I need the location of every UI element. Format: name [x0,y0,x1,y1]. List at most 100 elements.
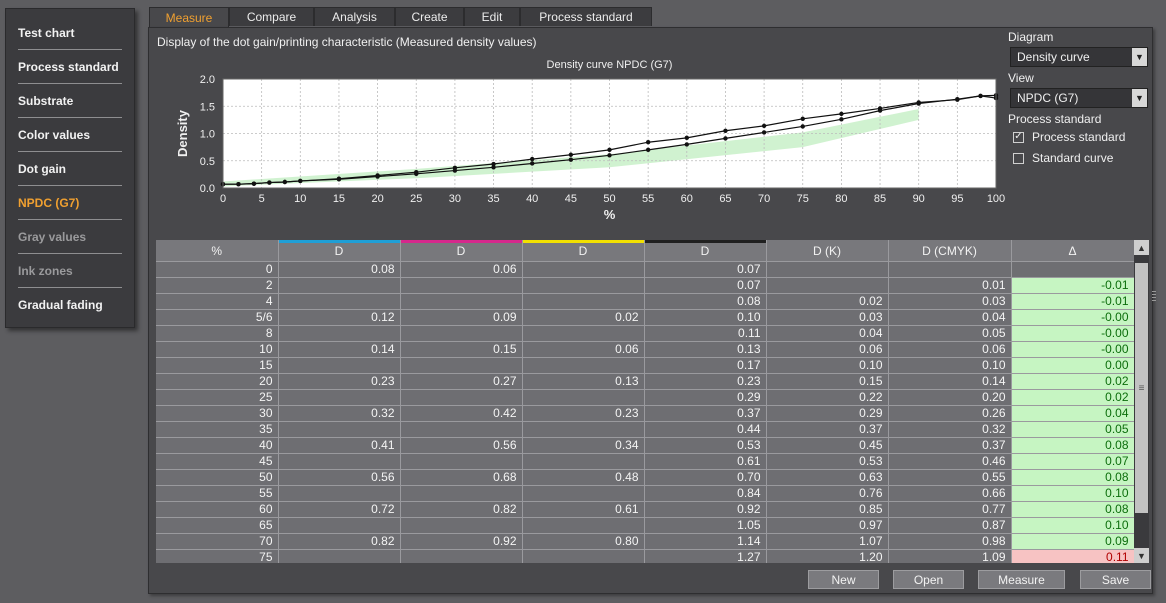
column-header-dcmyk[interactable]: D (CMYK) [888,240,1012,262]
table-cell: 0.61 [644,453,767,470]
table-cell: 0.06 [400,261,523,278]
new-button[interactable]: New [808,570,879,589]
table-row[interactable]: 70 0.82 0.92 0.80 1.14 1.07 0.98 0.09 [156,533,1134,550]
table-cell: 0.09 [400,309,523,326]
table-row[interactable]: 20 0.23 0.27 0.13 0.23 0.15 0.14 0.02 [156,373,1134,390]
tab-create[interactable]: Create [395,7,464,26]
table-cell: 0.29 [766,405,889,422]
column-header-black[interactable]: D [644,240,767,262]
table-row[interactable]: 45 0.61 0.53 0.46 0.07 [156,453,1134,470]
table-cell: 0.10 [766,357,889,374]
measure-button[interactable]: Measure [978,570,1065,589]
cell-delta: 0.08 [1011,437,1134,454]
table-cell [278,421,401,438]
sidebar-item-gradual-fading[interactable]: Gradual fading [18,288,122,321]
sidebar-item-substrate[interactable]: Substrate [18,84,122,118]
table-cell: 1.14 [644,533,767,550]
table-cell: 0.34 [522,437,645,454]
table-row[interactable]: 30 0.32 0.42 0.23 0.37 0.29 0.26 0.04 [156,405,1134,422]
table-row[interactable]: 40 0.41 0.56 0.34 0.53 0.45 0.37 0.08 [156,437,1134,454]
view-select[interactable]: NPDC (G7) ▼ [1010,88,1148,108]
sidebar-item-gray-values[interactable]: Gray values [18,220,122,254]
table-row[interactable]: 65 1.05 0.97 0.87 0.10 [156,517,1134,534]
table-cell: 0.85 [766,501,889,518]
sidebar-item-process-standard[interactable]: Process standard [18,50,122,84]
vertical-scrollbar[interactable]: ▲ ≡ ▼ [1134,240,1149,563]
sidebar-item-test-chart[interactable]: Test chart [18,16,122,50]
tab-compare[interactable]: Compare [229,7,314,26]
chart-svg: 0 5 10 15 20 25 30 35 40 45 50 55 60 65 70 75 80 85 90 95 10… [175,59,1005,222]
x-tick-label: 95 [951,193,963,205]
column-header-dk[interactable]: D (K) [766,240,889,262]
table-cell: 0.06 [766,341,889,358]
table-row[interactable]: 50 0.56 0.68 0.48 0.70 0.63 0.55 0.08 [156,469,1134,486]
table-row[interactable]: 75 1.27 1.20 1.09 0.11 [156,549,1134,563]
table-cell: 0.02 [522,309,645,326]
open-button[interactable]: Open [893,570,964,589]
table-cell: 0.27 [400,373,523,390]
column-header-magenta[interactable]: D [400,240,523,262]
table-cell [278,277,401,294]
cell-percent: 60 [156,501,279,518]
data-point [877,108,883,113]
sidebar-item-dot-gain[interactable]: Dot gain [18,152,122,186]
table-cell: 0.72 [278,501,401,518]
scroll-up-icon[interactable]: ▲ [1134,240,1149,255]
table-row[interactable]: 15 0.17 0.10 0.10 0.00 [156,357,1134,374]
data-point [761,123,767,129]
table-row[interactable]: 8 0.11 0.04 0.05 -0.00 [156,325,1134,342]
table-row[interactable]: 10 0.14 0.15 0.06 0.13 0.06 0.06 -0.00 [156,341,1134,358]
sidebar-item-npdc[interactable]: NPDC (G7) [18,186,122,220]
sidebar-item-color-values[interactable]: Color values [18,118,122,152]
cell-delta [1011,261,1134,278]
tab-analysis[interactable]: Analysis [314,7,395,26]
sidebar-item-ink-zones[interactable]: Ink zones [18,254,122,288]
table-cell: 0.87 [888,517,1012,534]
process-standard-checkbox[interactable]: ✓ Process standard [1013,129,1125,145]
table-cell: 0.63 [766,469,889,486]
table-cell: 0.03 [888,293,1012,310]
table-cell [400,421,523,438]
table-cell [522,293,645,310]
tab-measure[interactable]: Measure [149,7,229,27]
cell-delta: 0.08 [1011,501,1134,518]
table-cell: 0.17 [644,357,767,374]
cell-delta: 0.10 [1011,485,1134,502]
cell-percent: 50 [156,469,279,486]
table-row[interactable]: 55 0.84 0.76 0.66 0.10 [156,485,1134,502]
data-point [282,179,288,185]
column-header-yellow[interactable]: D [522,240,645,262]
table-cell: 0.32 [888,421,1012,438]
chevron-down-icon: ▼ [1132,89,1147,107]
cell-delta: 0.02 [1011,389,1134,406]
resize-grip-icon[interactable] [1151,285,1157,315]
table-row[interactable]: 25 0.29 0.22 0.20 0.02 [156,389,1134,406]
table-body: 0 0.08 0.06 0.07 2 0.07 0.01 -0.01 4 0.08 0.02 0.03… [156,261,1134,563]
column-header-delta[interactable]: Δ [1011,240,1134,262]
y-tick-label: 1.0 [200,129,215,141]
table-row[interactable]: 4 0.08 0.02 0.03 -0.01 [156,293,1134,310]
table-row[interactable]: 60 0.72 0.82 0.61 0.92 0.85 0.77 0.08 [156,501,1134,518]
cell-percent: 55 [156,485,279,502]
cell-delta: -0.00 [1011,325,1134,342]
tab-process-standard[interactable]: Process standard [520,7,652,26]
table-row[interactable]: 0 0.08 0.06 0.07 [156,261,1134,278]
cell-delta: 0.04 [1011,405,1134,422]
standard-curve-checkbox[interactable]: Standard curve [1013,150,1113,166]
diagram-select[interactable]: Density curve ▼ [1010,47,1148,67]
save-button[interactable]: Save [1080,570,1151,589]
scroll-thumb[interactable]: ≡ [1135,263,1148,513]
table-cell: 0.12 [278,309,401,326]
scroll-down-icon[interactable]: ▼ [1134,548,1149,563]
data-point [298,178,303,184]
table-row[interactable]: 5/6 0.12 0.09 0.02 0.10 0.03 0.04 -0.00 [156,309,1134,326]
table-row[interactable]: 2 0.07 0.01 -0.01 [156,277,1134,294]
table-cell [522,549,645,563]
table-cell [400,453,523,470]
table-row[interactable]: 35 0.44 0.37 0.32 0.05 [156,421,1134,438]
table-cell: 0.53 [766,453,889,470]
tab-edit[interactable]: Edit [464,7,520,26]
column-header-percent[interactable]: % [156,240,279,262]
column-header-cyan[interactable]: D [278,240,401,262]
table-cell [400,549,523,563]
